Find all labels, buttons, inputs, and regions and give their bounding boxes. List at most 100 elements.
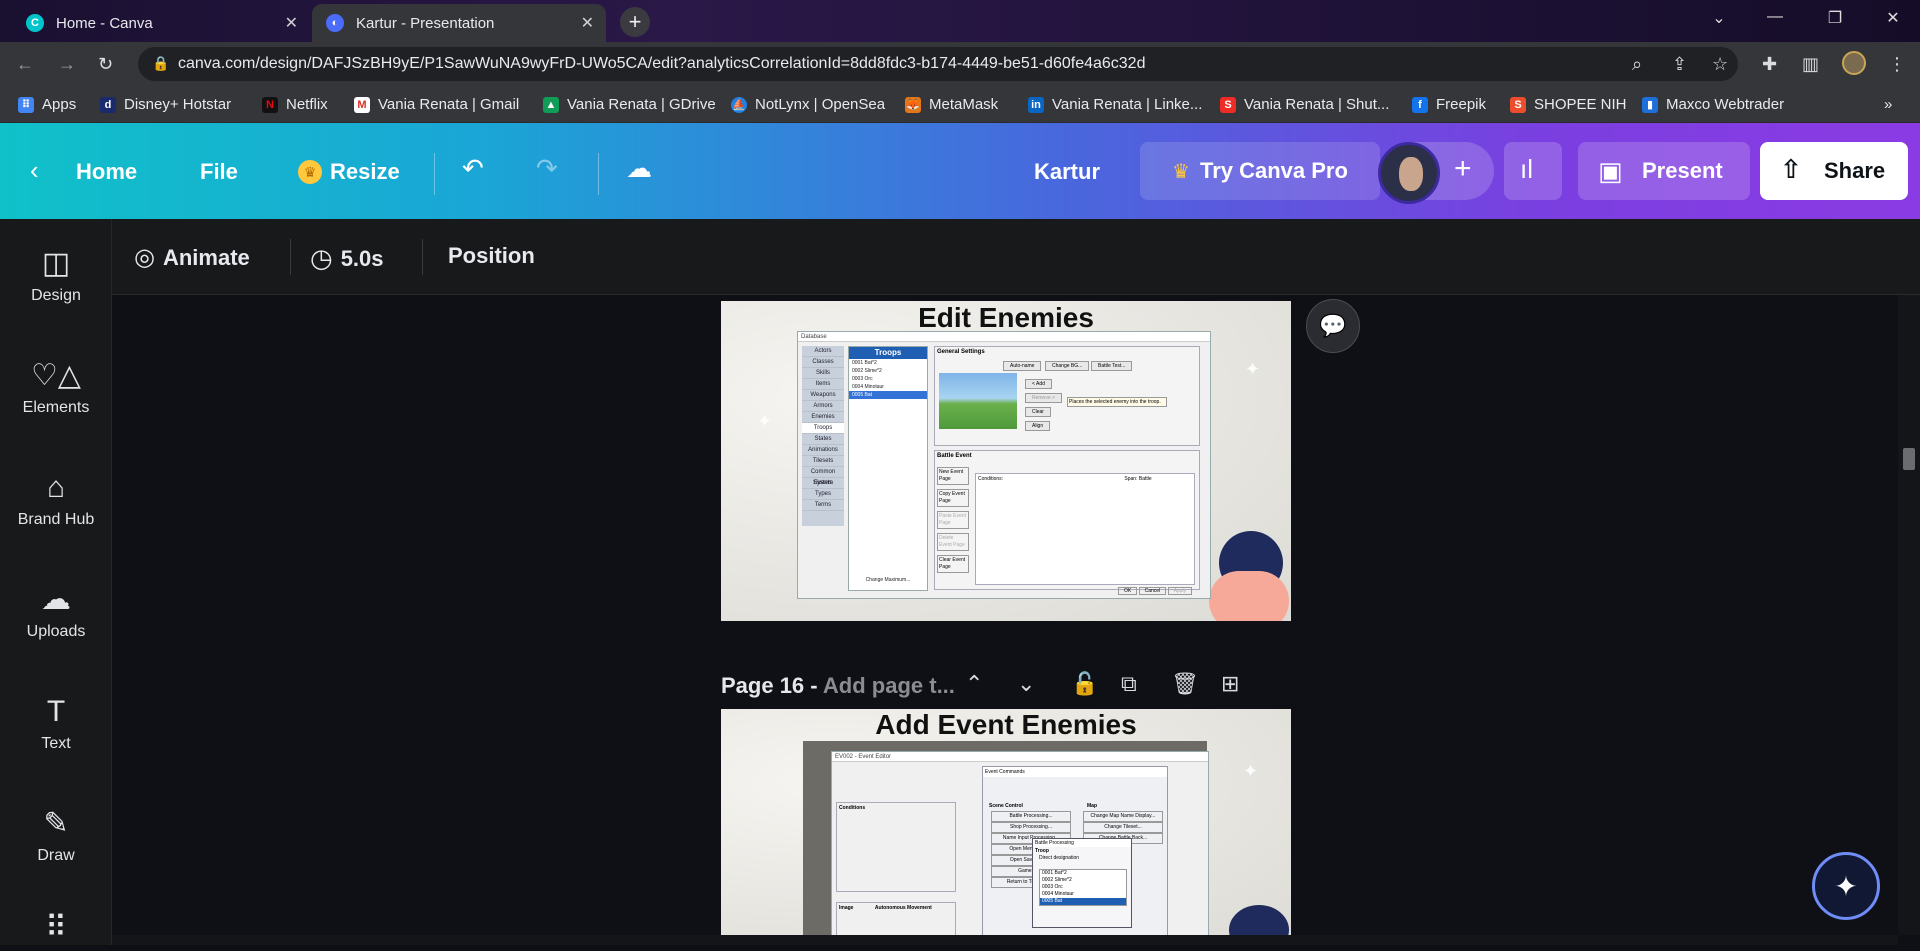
- ok-button: OK: [1118, 587, 1138, 595]
- page-title-field[interactable]: Page 16 - Add page t...: [721, 673, 955, 699]
- new-tab-button[interactable]: +: [620, 7, 650, 37]
- map-button: Change Tileset...: [1083, 822, 1163, 833]
- troop-item: 0002 Slime*2: [852, 368, 882, 374]
- reload-icon[interactable]: ↻: [98, 54, 113, 75]
- bookmark-hotstar[interactable]: d Disney+ Hotstar: [100, 96, 231, 113]
- animate-label: Animate: [162, 244, 250, 270]
- close-tab-icon[interactable]: ✕: [581, 13, 594, 33]
- back-icon[interactable]: ←: [16, 54, 34, 75]
- sidebar-item-uploads[interactable]: ☁ Uploads: [0, 581, 112, 641]
- troop-option: 0004 Minotaur: [1042, 891, 1074, 897]
- bookmark-gdrive[interactable]: ▲ Vania Renata | GDrive: [543, 96, 716, 113]
- slide-page-15[interactable]: Edit Enemies ✦ ✦ ✦ Database Actors Class…: [721, 301, 1291, 621]
- browser-profile-avatar[interactable]: [1842, 51, 1866, 75]
- sidebar-item-design[interactable]: ◫ Design: [0, 245, 112, 305]
- crown-icon: ♛: [1172, 160, 1190, 183]
- design-title[interactable]: Kartur: [1034, 159, 1100, 185]
- sidebar-item-brand-hub[interactable]: ⌂ Brand Hub: [0, 469, 112, 529]
- undo-icon[interactable]: ↶: [462, 153, 484, 184]
- share-button[interactable]: ⇧ Share: [1760, 142, 1908, 200]
- extensions-icon[interactable]: ✚: [1762, 54, 1777, 75]
- duration-button[interactable]: ◷ 5.0s: [310, 243, 384, 274]
- troop-option: 0002 Slime*2: [1042, 877, 1072, 883]
- move-page-up-icon[interactable]: ⌃: [965, 671, 983, 697]
- lock-icon[interactable]: 🔒: [152, 55, 169, 72]
- bookmark-freepik[interactable]: f Freepik: [1412, 96, 1486, 113]
- troop-dropdown: 0001 Bat*2 0002 Slime*2 0003 Orc 0004 Mi…: [1039, 869, 1127, 906]
- event-list: Conditions: Span: Battle: [975, 473, 1195, 585]
- db-tab: Troops: [802, 423, 844, 434]
- sidebar-item-text[interactable]: T Text: [0, 693, 112, 753]
- sidebar-item-elements[interactable]: ♡△ Elements: [0, 357, 112, 417]
- tab-home-canva[interactable]: C Home - Canva ✕: [12, 4, 310, 42]
- event-button: New Event Page: [937, 467, 969, 485]
- more-bookmarks-icon[interactable]: »: [1884, 96, 1892, 113]
- slide-page-16[interactable]: Add Event Enemies ✦ EV002 - Event Editor…: [721, 709, 1291, 935]
- map-button: Change Map Name Display...: [1083, 811, 1163, 822]
- side-panel-icon[interactable]: ▥: [1802, 54, 1819, 75]
- bookmark-metamask[interactable]: 🦊 MetaMask: [905, 96, 998, 113]
- bookmark-apps[interactable]: ⠿ Apps: [18, 96, 76, 113]
- share-page-icon[interactable]: ⇪: [1672, 54, 1687, 75]
- change-maximum-button: Change Maximum...: [865, 577, 911, 583]
- zoom-icon[interactable]: ⌕: [1632, 54, 1642, 75]
- vertical-scrollbar[interactable]: [1898, 295, 1920, 935]
- cloud-saved-icon[interactable]: ☁: [626, 153, 652, 184]
- present-button[interactable]: ▣ Present: [1578, 142, 1750, 200]
- db-tab: Common Events: [802, 467, 844, 486]
- add-comment-button[interactable]: 💬: [1306, 299, 1360, 353]
- chevron-left-icon[interactable]: ‹: [30, 155, 39, 186]
- duplicate-page-icon[interactable]: ⧉: [1121, 671, 1137, 697]
- user-avatar[interactable]: [1378, 142, 1440, 204]
- minimize-icon[interactable]: —: [1760, 8, 1790, 26]
- resize-button[interactable]: ♛ Resize: [298, 159, 400, 185]
- bookmark-maxco[interactable]: ▮ Maxco Webtrader: [1642, 96, 1784, 113]
- lock-page-icon[interactable]: 🔓: [1071, 671, 1098, 697]
- scrollbar-thumb[interactable]: [1903, 448, 1915, 470]
- sidebar-item-label: Design: [31, 287, 81, 304]
- add-page-icon[interactable]: ⊞: [1221, 671, 1239, 697]
- tab-kartur-presentation[interactable]: ◐ Kartur - Presentation ✕: [312, 4, 606, 42]
- bookmark-gmail[interactable]: M Vania Renata | Gmail: [354, 96, 519, 113]
- try-pro-label: Try Canva Pro: [1199, 158, 1348, 183]
- horizontal-scrollbar[interactable]: [112, 935, 1898, 945]
- redo-icon[interactable]: ↷: [536, 153, 558, 184]
- insights-button[interactable]: ıl: [1504, 142, 1562, 200]
- forward-icon[interactable]: →: [58, 54, 76, 75]
- troop-item: 0004 Minotaur: [852, 384, 884, 390]
- bookmark-shopee[interactable]: S SHOPEE NIH: [1510, 96, 1627, 113]
- sidebar-item-draw[interactable]: ✎ Draw: [0, 805, 112, 865]
- file-menu-button[interactable]: File: [200, 159, 238, 185]
- canvas-area: Edit Enemies ✦ ✦ ✦ Database Actors Class…: [112, 295, 1898, 935]
- move-page-down-icon[interactable]: ⌄: [1017, 671, 1035, 697]
- bookmark-netflix[interactable]: N Netflix: [262, 96, 328, 113]
- tab-search-icon[interactable]: ⌄: [1704, 8, 1734, 28]
- bookmark-shutterstock[interactable]: S Vania Renata | Shut...: [1220, 96, 1389, 113]
- window-close-icon[interactable]: ✕: [1878, 8, 1908, 28]
- home-button[interactable]: Home: [76, 159, 137, 185]
- try-canva-pro-button[interactable]: ♛ Try Canva Pro: [1140, 142, 1380, 200]
- animate-button[interactable]: ◎ Animate: [134, 243, 250, 272]
- delete-page-icon[interactable]: 🗑: [1171, 671, 1199, 697]
- bookmark-linkedin[interactable]: in Vania Renata | Linke...: [1028, 96, 1202, 113]
- browser-menu-icon[interactable]: ⋮: [1888, 54, 1906, 75]
- span-label: Span:: [1124, 476, 1138, 482]
- general-settings-panel: General Settings Auto-name Change BG... …: [934, 346, 1200, 446]
- bookmark-opensea[interactable]: ⛵ NotLynx | OpenSea: [731, 96, 885, 113]
- direct-designation-option: Direct designation: [1039, 855, 1080, 861]
- comment-plus-icon: 💬: [1319, 313, 1347, 338]
- text-icon: T: [46, 695, 66, 728]
- close-tab-icon[interactable]: ✕: [285, 13, 298, 33]
- bookmark-star-icon[interactable]: ☆: [1712, 54, 1728, 75]
- linkedin-icon: in: [1028, 96, 1044, 113]
- battle-test-button: Battle Test...: [1091, 361, 1133, 371]
- magic-assistant-button[interactable]: ✦: [1812, 852, 1880, 920]
- share-label: Share: [1824, 158, 1886, 183]
- db-tab: Armors: [802, 401, 844, 412]
- restore-icon[interactable]: ❐: [1820, 8, 1850, 28]
- bookmark-label: Apps: [42, 96, 77, 113]
- layout-icon: ◫: [41, 247, 71, 280]
- position-button[interactable]: Position: [448, 243, 535, 269]
- url-field[interactable]: 🔒 canva.com/design/DAFJSzBH9yE/P1SawWuNA…: [138, 47, 1738, 81]
- troops-header: Troops: [849, 347, 927, 359]
